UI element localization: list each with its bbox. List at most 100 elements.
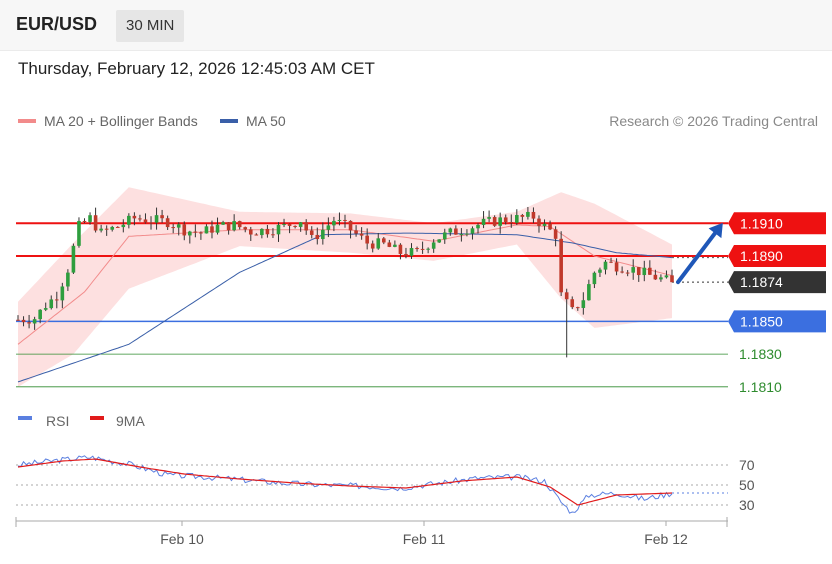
candle-body [38, 309, 42, 320]
candle-body [465, 233, 469, 235]
candle-body [648, 267, 652, 275]
candle-body [381, 238, 386, 243]
price-chart: 1.1910 1.1890 1.1874 1.1850 1.1830 1.1810 RSI… [15, 187, 826, 547]
candle-body [614, 262, 619, 272]
candle-body [670, 275, 674, 283]
candle-body [248, 229, 253, 235]
candle-body [165, 218, 170, 228]
candle-body [587, 284, 591, 301]
candle-body [298, 222, 303, 227]
candle-body [287, 224, 292, 226]
time-tick-label-Feb-10: Feb 10 [160, 531, 204, 547]
candle-body [459, 234, 464, 236]
candle-body [88, 215, 92, 222]
candle-body [498, 217, 502, 226]
candle-body [564, 292, 569, 300]
candle-body [581, 300, 586, 308]
rsi-legend-label: RSI [46, 413, 69, 429]
rsi-panel: RSI 9MA 70 50 30 [16, 413, 755, 514]
candle-body [404, 253, 408, 256]
candle-body [43, 308, 48, 310]
candle-body [326, 225, 331, 230]
candle-body [548, 223, 552, 230]
candle-body [376, 238, 381, 249]
candle-body [437, 239, 442, 243]
candle-body [354, 230, 358, 234]
rsi-tick-70: 70 [739, 457, 755, 473]
candle-body [143, 219, 148, 223]
candle-body [66, 272, 70, 287]
candle-body [304, 222, 309, 231]
candle-body [531, 211, 536, 219]
candle-body [293, 225, 297, 227]
rsi-legend-swatch [18, 416, 32, 420]
level-label-1.1890: 1.1890 [740, 248, 783, 264]
candle-body [570, 299, 575, 308]
candle-body [282, 224, 286, 226]
rsi-tick-50: 50 [739, 477, 755, 493]
candle-body [398, 244, 403, 254]
candle-body [509, 221, 514, 223]
candle-body [82, 220, 87, 222]
candle-body [448, 228, 453, 233]
candle-body [609, 261, 613, 263]
candle-body [49, 299, 54, 309]
candle-body [271, 234, 275, 236]
candle-body [420, 248, 425, 250]
candle-body [16, 319, 20, 321]
time-axis: Feb 10 Feb 11 Feb 12 [15, 517, 728, 547]
candle-body [260, 228, 264, 236]
candle-body [526, 211, 530, 217]
candle-body [542, 223, 547, 226]
candle-body [243, 227, 248, 230]
candle-body [603, 261, 608, 270]
candle-body [60, 286, 65, 301]
candle-body [309, 230, 314, 235]
candle-body [276, 224, 281, 235]
candle-body [537, 218, 541, 226]
candle-body [515, 215, 519, 223]
candle-body [476, 224, 480, 229]
candle-body [592, 272, 597, 285]
candle-body [176, 224, 181, 228]
candle-body [431, 242, 436, 249]
candle-body [343, 219, 347, 221]
candle-body [553, 229, 558, 239]
candle-body [370, 243, 375, 249]
level-label-1.1850: 1.1850 [740, 313, 783, 329]
forecast-arrow [676, 222, 723, 285]
rsi-ma-legend-label: 9MA [116, 413, 145, 429]
candle-body [237, 221, 242, 228]
candle-body [664, 275, 669, 278]
candle-body [54, 299, 59, 301]
candle-body [99, 228, 103, 231]
candle-body [365, 235, 369, 244]
candle-body [575, 307, 580, 309]
candle-body [188, 231, 192, 236]
rsi-tick-30: 30 [739, 497, 755, 513]
candle-body [32, 319, 37, 324]
time-tick-label-Feb-11: Feb 11 [403, 531, 446, 547]
candle-body [27, 322, 31, 324]
candle-body [620, 271, 624, 273]
candle-body [21, 319, 26, 323]
candle-body [215, 224, 220, 233]
candle-body [138, 218, 142, 220]
candle-body [171, 227, 175, 229]
time-tick-label-Feb-12: Feb 12 [644, 531, 688, 547]
candle-body [359, 233, 364, 236]
candle-body [642, 267, 647, 276]
candle-body [415, 248, 419, 250]
candle-body [199, 232, 203, 234]
candle-body [226, 222, 231, 231]
candle-body [265, 228, 270, 235]
candle-body [598, 269, 602, 273]
candle-body [503, 217, 508, 222]
candle-body [204, 226, 209, 234]
candle-body [221, 222, 225, 225]
candle-body [636, 267, 641, 276]
candle-body [653, 274, 658, 280]
candle-body [154, 215, 159, 223]
candle-body [121, 224, 126, 228]
candle-body [182, 224, 187, 236]
